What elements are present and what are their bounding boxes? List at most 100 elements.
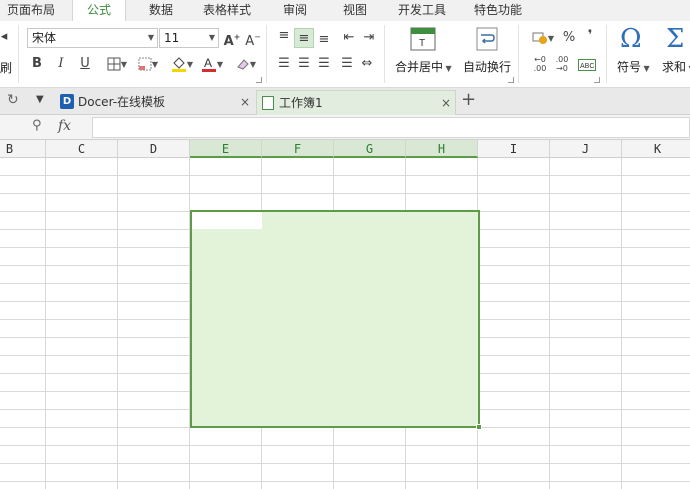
distributed-icon: ⇔ xyxy=(361,56,373,71)
column-header-e[interactable]: E xyxy=(190,140,262,158)
refresh-icon[interactable]: ↻ xyxy=(7,92,19,108)
chevron-down-icon: ▼ xyxy=(208,33,215,42)
column-header-d[interactable]: D xyxy=(118,140,190,158)
close-icon[interactable]: × xyxy=(441,91,451,115)
new-tab-button[interactable]: + xyxy=(461,89,476,110)
percent-button[interactable]: % xyxy=(559,28,579,48)
format-painter-icon[interactable]: ◂ xyxy=(0,27,8,47)
grid-row-line xyxy=(0,193,690,194)
document-tab-bar: ↻ ▼ D Docer-在线模板 × 工作簿1 × + xyxy=(0,88,690,115)
underline-icon: U xyxy=(80,56,90,71)
justify-icon: ☰ xyxy=(341,56,353,71)
align-top-icon: ≡ xyxy=(278,28,290,43)
font-dialog-launcher-icon[interactable] xyxy=(256,77,262,83)
increase-font-icon: A+ xyxy=(223,33,241,50)
tab-label: Docer-在线模板 xyxy=(78,95,166,109)
font-name-select[interactable]: 宋体 ▼ xyxy=(27,28,158,48)
symbol-button[interactable]: 符号 ▼ xyxy=(617,58,650,75)
docer-logo-icon: D xyxy=(60,94,74,109)
menu-tab-table-style[interactable]: 表格样式 xyxy=(196,0,258,21)
menu-tab-data[interactable]: 数据 xyxy=(136,0,186,21)
currency-icon xyxy=(532,32,547,44)
tab-workbook-1[interactable]: 工作簿1 × xyxy=(256,90,456,115)
autosum-button[interactable]: 求和 ▼ xyxy=(662,58,690,75)
fill-color-button[interactable]: ▼ xyxy=(168,54,196,74)
align-bottom-icon: ≡ xyxy=(318,32,330,47)
alignment-dialog-launcher-icon[interactable] xyxy=(508,77,514,83)
align-right-button[interactable]: ☰ xyxy=(314,54,334,74)
tab-label: 工作簿1 xyxy=(279,96,323,110)
outdent-icon: ⇤ xyxy=(343,30,355,45)
clear-format-button[interactable]: ▼ xyxy=(233,54,259,74)
column-header-f[interactable]: F xyxy=(262,140,334,158)
grid-row-line xyxy=(0,481,690,482)
increase-font-size-button[interactable]: A+ xyxy=(222,28,242,50)
currency-format-button[interactable]: ▼ xyxy=(530,28,556,48)
wrap-text-icon[interactable] xyxy=(476,27,498,51)
number-dialog-launcher-icon[interactable] xyxy=(594,77,600,83)
active-cell[interactable] xyxy=(192,212,262,229)
merge-center-icon[interactable]: T xyxy=(410,27,436,51)
align-bottom-button[interactable]: ≡ xyxy=(314,30,334,50)
wrap-text-button[interactable]: 自动换行 xyxy=(463,58,511,75)
font-color-button[interactable]: A ▼ xyxy=(198,54,226,74)
underline-button[interactable]: U xyxy=(75,54,95,74)
fill-handle[interactable] xyxy=(476,424,482,430)
zoom-search-icon[interactable]: ⚲ xyxy=(32,118,42,133)
comma-style-button[interactable]: ❜ xyxy=(580,26,600,46)
column-header-g[interactable]: G xyxy=(334,140,406,158)
align-middle-button[interactable]: ≡ xyxy=(294,28,314,48)
column-header-k[interactable]: K xyxy=(622,140,690,158)
column-header-b[interactable]: B xyxy=(0,140,46,158)
selected-range[interactable] xyxy=(190,210,480,428)
omega-symbol-icon[interactable]: Ω xyxy=(620,25,642,53)
menu-tab-view[interactable]: 视图 xyxy=(332,0,378,21)
align-left-button[interactable]: ☰ xyxy=(274,54,294,74)
menu-tab-page-layout[interactable]: 页面布局 xyxy=(4,0,58,21)
number-format-button[interactable]: ABC xyxy=(576,55,598,75)
cell-grid[interactable] xyxy=(0,158,690,489)
decrease-decimal-icon: .00 →0 xyxy=(555,55,569,73)
font-size-select[interactable]: 11 ▼ xyxy=(159,28,219,48)
column-header-h[interactable]: H xyxy=(406,140,478,158)
insert-function-button[interactable]: fx xyxy=(58,118,71,134)
merge-center-button[interactable]: 合并居中 ▼ xyxy=(395,58,452,75)
align-center-icon: ☰ xyxy=(298,56,310,71)
increase-decimal-button[interactable]: ←0.00 xyxy=(530,55,550,75)
menu-tab-review[interactable]: 审阅 xyxy=(272,0,318,21)
menu-tab-special-features[interactable]: 特色功能 xyxy=(466,0,530,21)
svg-text:A: A xyxy=(204,56,212,70)
menu-tab-formulas[interactable]: 公式 xyxy=(72,0,126,21)
column-header-j[interactable]: J xyxy=(550,140,622,158)
italic-button[interactable]: I xyxy=(51,54,71,74)
format-painter-label[interactable]: 刷 xyxy=(0,59,12,76)
menu-tab-developer[interactable]: 开发工具 xyxy=(390,0,454,21)
increase-indent-button[interactable]: ⇥ xyxy=(359,28,379,48)
ribbon: 刷 ◂ 宋体 ▼ 11 ▼ A+ A− B I U ▼ ▼ ▼ A ▼ ▼ ≡ ≡… xyxy=(0,21,690,88)
tab-docer-templates[interactable]: D Docer-在线模板 × xyxy=(56,90,256,115)
borders-button[interactable]: ▼ xyxy=(103,54,131,74)
grid-row-line xyxy=(0,463,690,464)
decrease-decimal-button[interactable]: .00 →0 xyxy=(552,55,572,75)
bold-button[interactable]: B xyxy=(27,54,47,74)
justify-button[interactable]: ☰ xyxy=(337,54,357,74)
close-icon[interactable]: × xyxy=(240,90,250,114)
decrease-indent-button[interactable]: ⇤ xyxy=(339,28,359,48)
tab-list-chevron-icon[interactable]: ▼ xyxy=(36,94,44,105)
decrease-font-size-button[interactable]: A− xyxy=(243,28,263,50)
formula-input[interactable] xyxy=(92,117,690,138)
grid-row-line xyxy=(0,175,690,176)
align-left-icon: ☰ xyxy=(278,56,290,71)
merge-cells-border-button[interactable]: ▼ xyxy=(134,54,162,74)
align-center-button[interactable]: ☰ xyxy=(294,54,314,74)
decrease-font-icon: A− xyxy=(245,33,261,50)
column-header-i[interactable]: I xyxy=(478,140,550,158)
font-size-value: 11 xyxy=(164,31,180,45)
sigma-sum-icon[interactable]: Σ xyxy=(666,25,684,53)
grid-row-line xyxy=(0,445,690,446)
column-header-c[interactable]: C xyxy=(46,140,118,158)
align-top-button[interactable]: ≡ xyxy=(274,26,294,46)
distributed-align-button[interactable]: ⇔ xyxy=(357,54,377,74)
increase-decimal-icon: ←0.00 xyxy=(533,55,547,73)
cell-grid-icon xyxy=(138,57,152,70)
